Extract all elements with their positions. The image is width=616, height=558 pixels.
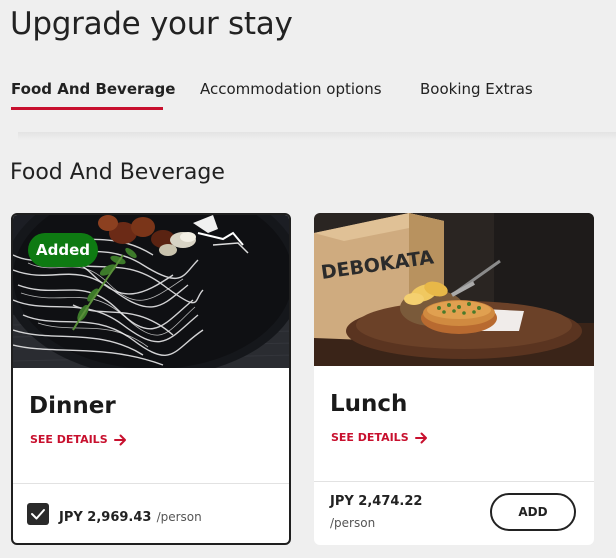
tab-bar-shadow xyxy=(18,132,616,140)
lunch-title: Lunch xyxy=(330,391,408,417)
card-divider xyxy=(314,481,594,482)
dinner-image: Added xyxy=(13,215,289,368)
dinner-card[interactable]: Added Dinner SEE DETAILS JPY 2,969.43 /p… xyxy=(11,213,291,545)
see-details-label: SEE DETAILS xyxy=(30,433,108,446)
lunch-price: JPY 2,474.22 xyxy=(330,494,423,509)
lunch-price-unit: /person xyxy=(330,516,376,530)
debokata-bread-photo: DEBOKATA xyxy=(314,213,594,366)
arrow-right-icon xyxy=(113,434,127,446)
lunch-see-details-link[interactable]: SEE DETAILS xyxy=(331,431,428,444)
dinner-price-unit: /person xyxy=(156,510,202,524)
lunch-card[interactable]: DEBOKATA Lunch SEE DETAILS JPY 2,474.22 … xyxy=(314,213,594,545)
tab-food-and-beverage[interactable]: Food And Beverage xyxy=(11,80,175,98)
dinner-see-details-link[interactable]: SEE DETAILS xyxy=(30,433,127,446)
section-title: Food And Beverage xyxy=(10,160,225,185)
page-title: Upgrade your stay xyxy=(10,6,293,42)
added-badge: Added xyxy=(28,233,98,267)
tab-accommodation-options[interactable]: Accommodation options xyxy=(200,80,382,98)
see-details-label: SEE DETAILS xyxy=(331,431,409,444)
active-tab-underline xyxy=(11,107,163,110)
lunch-image: DEBOKATA xyxy=(314,213,594,366)
tab-bar: Food And Beverage Accommodation options … xyxy=(0,80,616,120)
check-icon xyxy=(31,509,45,520)
lunch-add-button[interactable]: ADD xyxy=(490,493,576,531)
dinner-price: JPY 2,969.43 xyxy=(59,510,152,525)
dinner-selected-checkbox[interactable] xyxy=(27,503,49,525)
dinner-title: Dinner xyxy=(29,393,116,419)
card-divider xyxy=(13,483,289,484)
upgrade-page: Upgrade your stay Food And Beverage Acco… xyxy=(0,0,616,558)
tab-booking-extras[interactable]: Booking Extras xyxy=(420,80,533,98)
dinner-price-line: JPY 2,969.43 /person xyxy=(59,506,202,525)
arrow-right-icon xyxy=(414,432,428,444)
